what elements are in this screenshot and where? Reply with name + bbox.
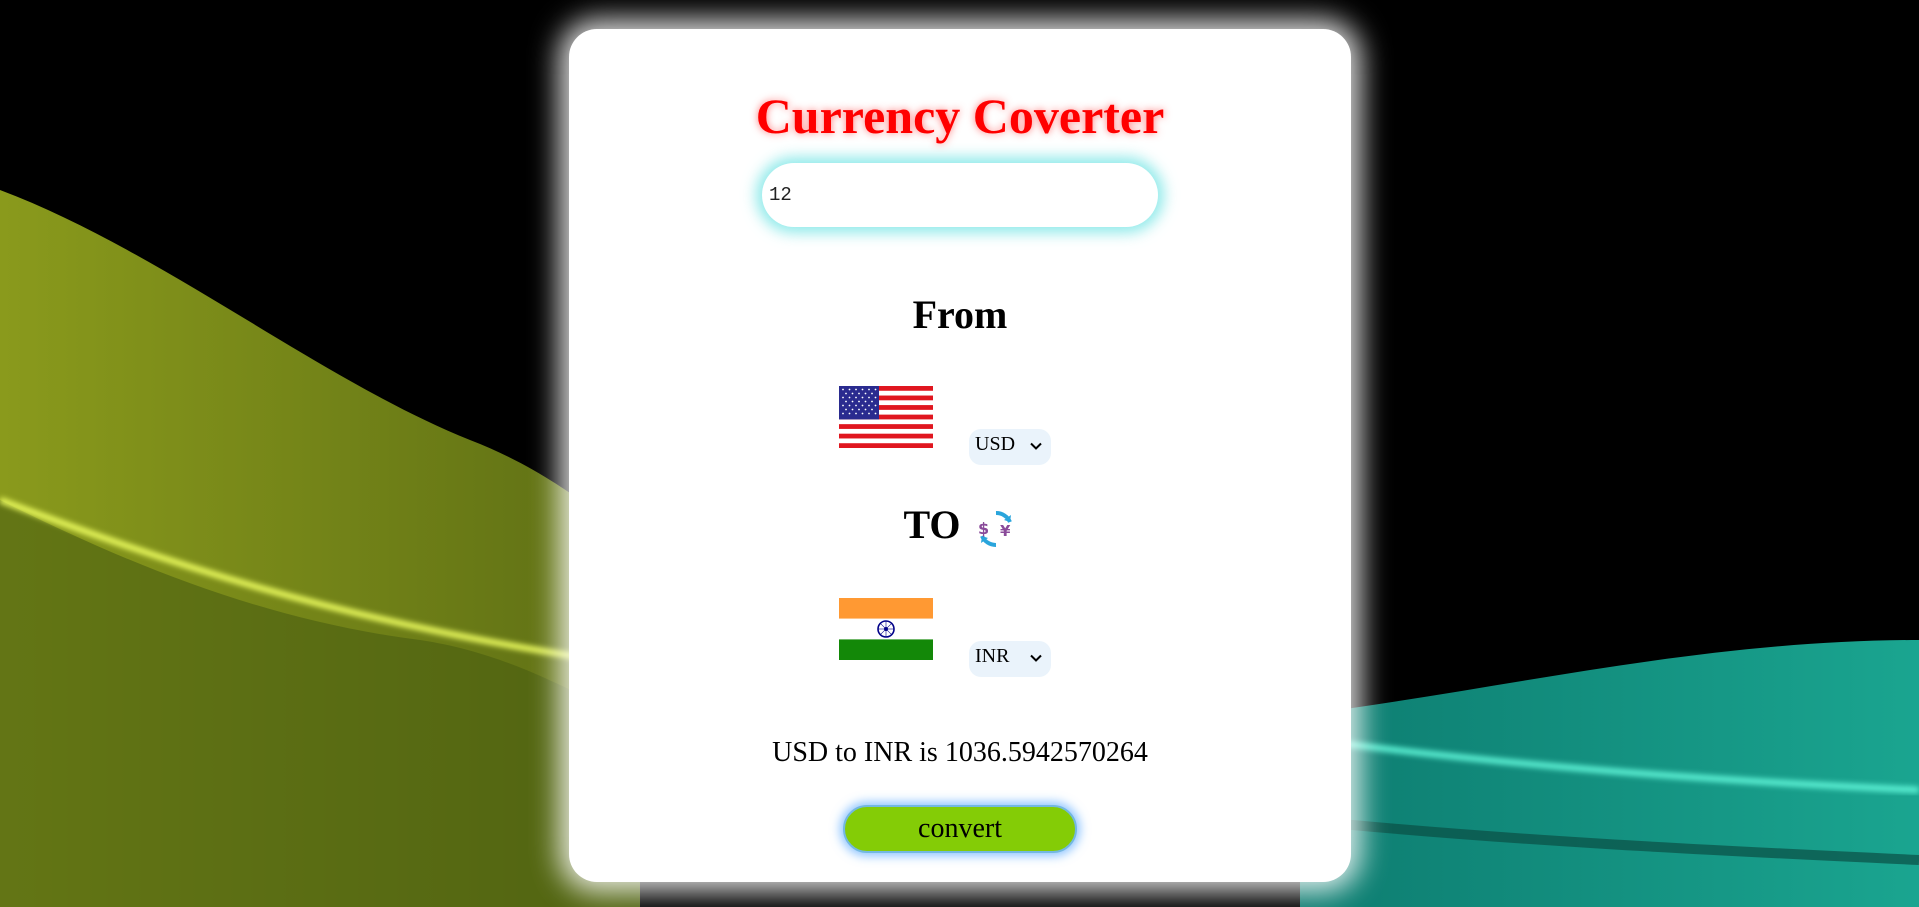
svg-text:¥: ¥ — [1000, 522, 1011, 540]
from-currency-value: USD — [975, 433, 1016, 455]
chevron-down-icon — [1030, 654, 1042, 662]
to-row: TO $ ¥ — [569, 505, 1351, 550]
from-label: From — [912, 292, 1008, 337]
currency-exchange-icon: $ ¥ — [978, 510, 1012, 547]
svg-text:$: $ — [978, 519, 989, 538]
to-label: TO — [903, 502, 961, 547]
converter-card: Currency Coverter From USD — [569, 29, 1351, 882]
from-currency-select[interactable]: USD — [969, 429, 1051, 465]
to-currency-value: INR — [975, 645, 1010, 667]
page-title: Currency Coverter — [755, 88, 1165, 144]
to-currency-select[interactable]: INR — [969, 641, 1051, 677]
india-flag-icon — [839, 598, 933, 660]
convert-button[interactable]: convert — [843, 805, 1077, 853]
chevron-down-icon — [1030, 442, 1042, 450]
amount-input[interactable] — [762, 163, 1158, 227]
us-flag-icon — [839, 386, 933, 448]
conversion-result: USD to INR is 1036.5942570264 — [772, 737, 1148, 768]
